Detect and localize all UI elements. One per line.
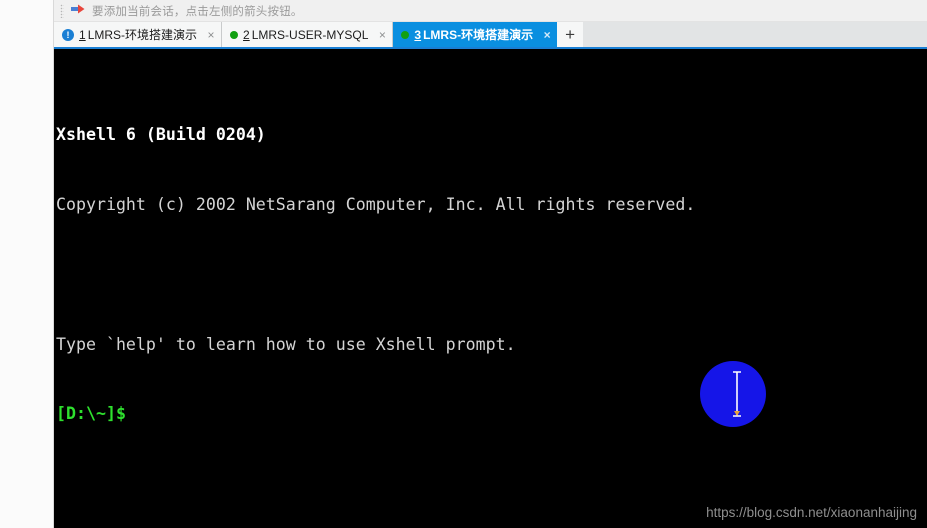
screenshot-root: 要添加当前会话，点击左侧的箭头按钮。 ! 1 LMRS-环境搭建演示 × 2 L… — [0, 0, 927, 528]
watermark-text: https://blog.csdn.net/xiaonanhaijing — [706, 505, 917, 520]
tab-number: 1 — [79, 27, 86, 42]
tab-lmrs-user-mysql[interactable]: 2 LMRS-USER-MYSQL × — [222, 22, 394, 47]
terminal-panel[interactable]: Xshell 6 (Build 0204) Copyright (c) 2002… — [54, 47, 927, 528]
tab-title: LMRS-环境搭建演示 — [87, 28, 198, 42]
session-hint-bar: 要添加当前会话，点击左侧的箭头按钮。 — [54, 0, 927, 22]
connected-dot-icon — [401, 30, 410, 39]
session-hint-text: 要添加当前会话，点击左侧的箭头按钮。 — [92, 5, 303, 18]
banner-title: Xshell 6 (Build 0204) — [56, 124, 266, 144]
tab-title: LMRS-环境搭建演示 — [423, 28, 534, 42]
tab-number: 2 — [243, 27, 250, 42]
left-gutter — [0, 0, 54, 528]
terminal-line: Copyright (c) 2002 NetSarang Computer, I… — [56, 193, 927, 216]
close-icon[interactable]: × — [541, 28, 553, 42]
local-shell-prompt: [D:\~]$ — [56, 404, 126, 424]
help-hint: Type `help' to learn how to use Xshell p… — [56, 334, 516, 354]
terminal-line: [D:\~]$ — [56, 402, 927, 425]
close-icon[interactable]: × — [376, 28, 388, 42]
terminal-line: Xshell 6 (Build 0204) — [56, 123, 927, 146]
terminal-line: Type `help' to learn how to use Xshell p… — [56, 333, 927, 356]
red-arrow-icon — [70, 4, 86, 18]
terminal-output: Xshell 6 (Build 0204) Copyright (c) 2002… — [54, 49, 927, 528]
close-icon[interactable]: × — [205, 28, 217, 42]
tab-number: 3 — [414, 27, 422, 42]
tab-strip: ! 1 LMRS-环境搭建演示 × 2 LMRS-USER-MYSQL × 3 … — [54, 22, 927, 47]
warning-badge-icon: ! — [62, 28, 74, 41]
tab-title: LMRS-USER-MYSQL — [251, 27, 369, 42]
tab-lmrs-env-demo-1[interactable]: ! 1 LMRS-环境搭建演示 × — [54, 22, 223, 47]
new-tab-button[interactable]: + — [557, 22, 584, 47]
banner-copyright: Copyright (c) 2002 NetSarang Computer, I… — [56, 194, 696, 214]
xshell-window: 要添加当前会话，点击左侧的箭头按钮。 ! 1 LMRS-环境搭建演示 × 2 L… — [54, 0, 927, 528]
connected-dot-icon — [230, 30, 239, 39]
tab-lmrs-env-demo-3[interactable]: 3 LMRS-环境搭建演示 × — [393, 22, 558, 47]
drag-handle-icon[interactable] — [60, 3, 64, 18]
